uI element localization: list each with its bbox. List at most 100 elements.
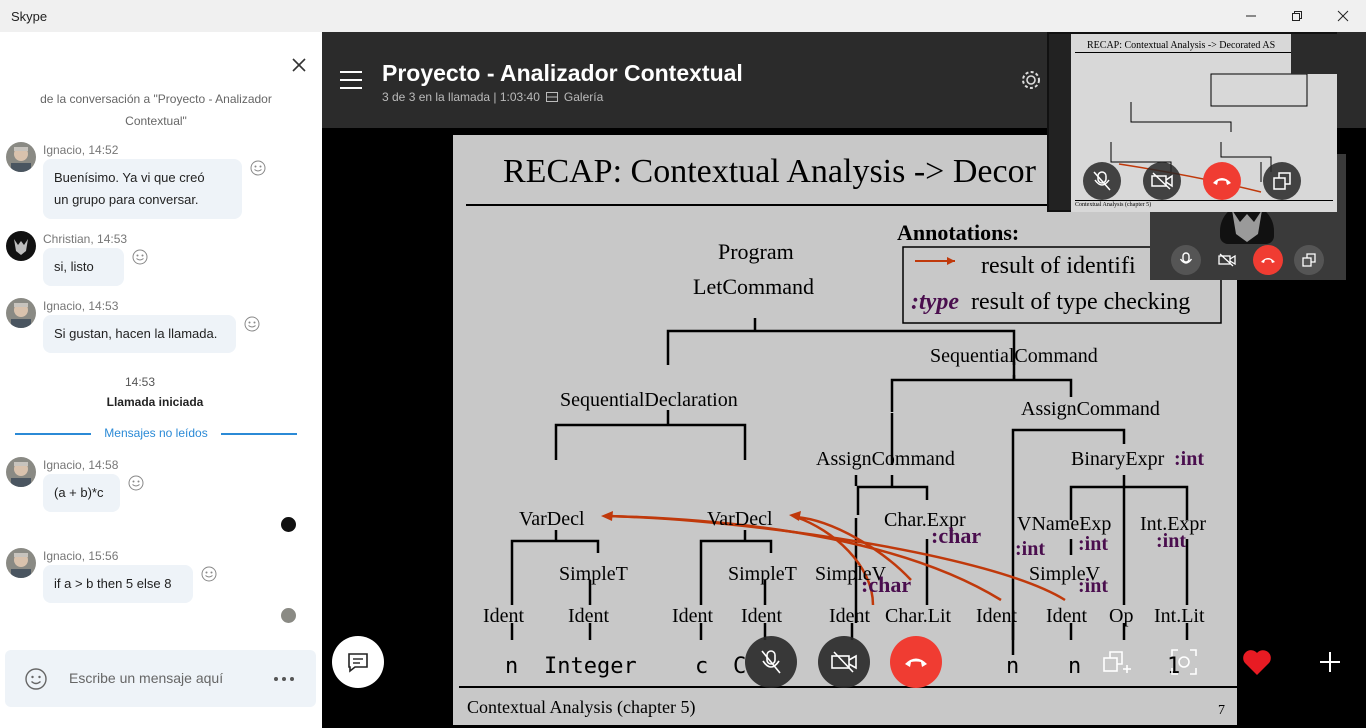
- node-seqcmd: SequentialCommand: [930, 345, 1098, 367]
- unread-label: Mensajes no leídos: [104, 426, 208, 440]
- share-screen-icon: [1302, 253, 1316, 267]
- node-assigncmd-left: AssignCommand: [816, 448, 955, 470]
- node-ident-6: Ident: [976, 605, 1018, 627]
- end-call-icon: [905, 658, 927, 667]
- message-author: Ignacio, 14:52: [43, 143, 119, 157]
- camera-off-icon: [1151, 172, 1173, 190]
- end-call-icon: [1261, 258, 1275, 263]
- chat-toggle-button[interactable]: [332, 636, 384, 688]
- call-event-label: Llamada iniciada: [106, 395, 204, 409]
- node-vnameexp-type-1: :int: [1015, 538, 1045, 560]
- node-vardecl-1: VarDecl: [519, 508, 585, 530]
- message-bubble[interactable]: Buenísimo. Ya vi que creó un grupo para …: [43, 159, 242, 219]
- add-to-call-button[interactable]: [1102, 647, 1132, 677]
- avatar[interactable]: [6, 231, 36, 261]
- snapshot-icon: [1171, 649, 1197, 675]
- node-simplet-2: SimpleT: [728, 563, 797, 585]
- call-status: 3 de 3 en la llamada | 1:03:40: [382, 90, 540, 104]
- tile-mic-button[interactable]: [1171, 245, 1201, 275]
- microphone-icon: [1179, 252, 1193, 264]
- avatar[interactable]: [6, 548, 36, 578]
- thumb-mute-button[interactable]: [1083, 162, 1121, 200]
- close-window-button[interactable]: [1320, 0, 1366, 32]
- leaf-n-1: n: [505, 654, 518, 679]
- reaction-button[interactable]: [1242, 647, 1272, 677]
- slide-page-number: 7: [1218, 703, 1225, 718]
- avatar[interactable]: [6, 457, 36, 487]
- add-reaction-icon[interactable]: [250, 160, 266, 176]
- tile-share-button[interactable]: [1294, 245, 1324, 275]
- restore-button[interactable]: [1274, 0, 1320, 32]
- message-input[interactable]: Escribe un mensaje aquí: [69, 670, 223, 686]
- plus-icon: [1320, 652, 1340, 672]
- camera-off-icon: [831, 651, 857, 673]
- avatar[interactable]: [6, 142, 36, 172]
- read-receipt-avatar: [281, 608, 296, 623]
- thumbnail-self-tile: [1291, 34, 1337, 74]
- add-reaction-icon[interactable]: [244, 316, 260, 332]
- menu-icon[interactable]: [340, 70, 362, 90]
- gallery-icon: [545, 92, 558, 102]
- node-binexpr: BinaryExpr: [1071, 448, 1165, 470]
- message-composer[interactable]: Escribe un mensaje aquí: [5, 650, 316, 707]
- emoji-icon[interactable]: [25, 668, 47, 690]
- mute-button[interactable]: [745, 636, 797, 688]
- message-text: si, listo: [54, 259, 94, 274]
- leaf-integer: Integer: [544, 654, 637, 679]
- message-bubble[interactable]: Si gustan, hacen la llamada.: [43, 315, 236, 353]
- end-call-icon: [1213, 178, 1231, 185]
- snapshot-button[interactable]: [1169, 647, 1199, 677]
- close-icon: [292, 58, 306, 72]
- message-text: Si gustan, hacen la llamada.: [54, 326, 218, 341]
- node-program: Program: [718, 239, 794, 264]
- leaf-c: c: [695, 654, 708, 679]
- node-intlit: Int.Lit: [1154, 605, 1205, 627]
- thumb-window-button[interactable]: [1263, 162, 1301, 200]
- node-simplev-2-type: :int: [1078, 575, 1108, 597]
- thumb-camera-button[interactable]: [1143, 162, 1181, 200]
- call-event-time: 14:53: [124, 375, 156, 389]
- node-assigncmd-right: AssignCommand: [1021, 398, 1160, 420]
- presenter-thumbnail[interactable]: RECAP: Contextual Analysis -> Decorated …: [1047, 32, 1337, 212]
- leaf-n-3: n: [1068, 654, 1081, 679]
- node-simplet-1: SimpleT: [559, 563, 628, 585]
- camera-off-icon: [1218, 253, 1236, 267]
- message-bubble[interactable]: if a > b then 5 else 8: [43, 565, 193, 603]
- close-chat-button[interactable]: [288, 54, 310, 76]
- node-ident-3: Ident: [672, 605, 714, 627]
- minimize-button[interactable]: [1228, 0, 1274, 32]
- add-reaction-icon[interactable]: [201, 566, 217, 582]
- call-subtitle: 3 de 3 en la llamada | 1:03:40 Galería: [382, 90, 603, 104]
- add-reaction-icon[interactable]: [128, 475, 144, 491]
- add-reaction-icon[interactable]: [132, 249, 148, 265]
- mic-off-icon: [1093, 171, 1111, 191]
- add-participant-button[interactable]: [1315, 647, 1345, 677]
- chat-panel: de la conversación a "Proyecto - Analiza…: [0, 32, 322, 728]
- message-bubble[interactable]: si, listo: [43, 248, 124, 286]
- node-op: Op: [1109, 605, 1133, 627]
- message-text: if a > b then 5 else 8: [54, 576, 172, 591]
- avatar[interactable]: [6, 298, 36, 328]
- camera-button[interactable]: [818, 636, 870, 688]
- tile-camera-button[interactable]: [1212, 245, 1242, 275]
- node-ident-5: Ident: [829, 605, 871, 627]
- tile-end-call-button[interactable]: [1253, 245, 1283, 275]
- chat-icon: [348, 653, 368, 673]
- message-author: Christian, 14:53: [43, 232, 128, 246]
- annotations-title: Annotations:: [897, 220, 1019, 245]
- node-letcommand: LetCommand: [693, 274, 814, 299]
- node-ident-2: Ident: [568, 605, 610, 627]
- end-call-button[interactable]: [890, 636, 942, 688]
- view-mode[interactable]: Galería: [564, 90, 603, 104]
- more-options-icon[interactable]: [273, 676, 295, 682]
- node-seqdecl: SequentialDeclaration: [560, 389, 738, 411]
- node-charexpr-type: :char: [931, 523, 981, 548]
- message-bubble[interactable]: (a + b)*c: [43, 474, 120, 512]
- node-ident-1: Ident: [483, 605, 525, 627]
- gear-icon[interactable]: [1020, 69, 1042, 91]
- conversation-context: de la conversación a "Proyecto - Analiza…: [40, 92, 272, 128]
- title-bar: Skype: [0, 0, 1366, 32]
- thumb-end-call-button[interactable]: [1203, 162, 1241, 200]
- message-author: Ignacio, 15:56: [43, 549, 119, 563]
- restore-icon: [1292, 11, 1302, 21]
